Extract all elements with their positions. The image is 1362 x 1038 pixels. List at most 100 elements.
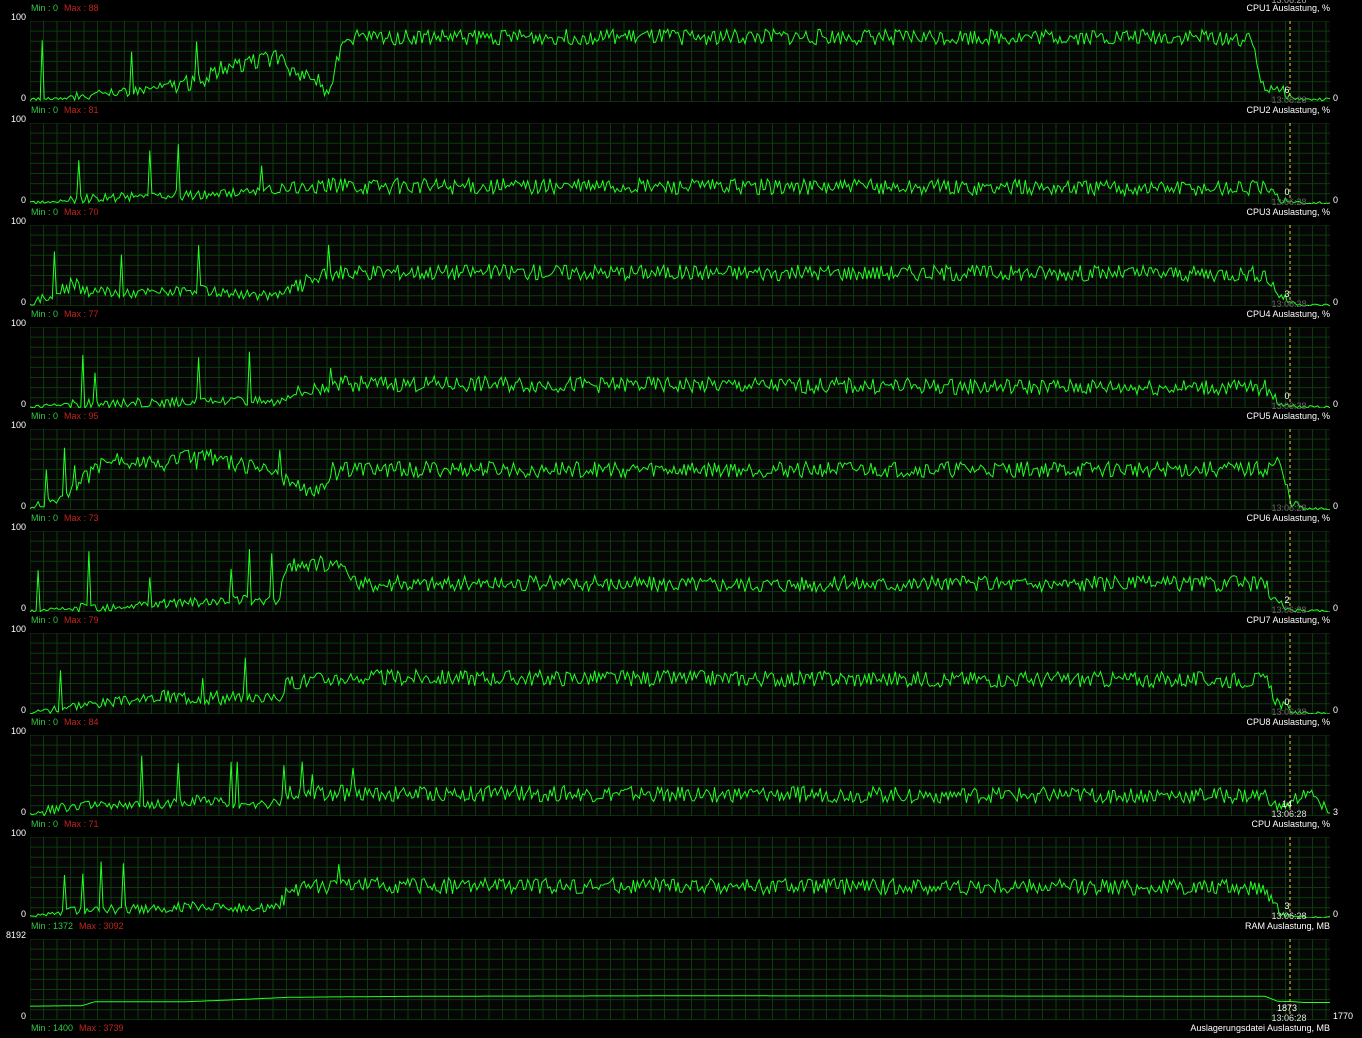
snapshot-value: 0 — [1284, 391, 1290, 401]
y-max-label: 8192 — [5, 930, 26, 940]
graph-plot — [30, 735, 1330, 816]
graph-svg — [30, 837, 1330, 918]
max-label: Max : 95 — [64, 411, 99, 421]
graph-plot — [30, 633, 1330, 714]
graph-plot — [30, 225, 1330, 306]
pagefile-min-label: Min : 1400 — [31, 1023, 74, 1033]
pagefile-title: Auslagerungsdatei Auslastung, MB — [1190, 1023, 1330, 1033]
pagefile-header: Min : 1400 Max : 3739 Auslagerungsdatei A… — [0, 1020, 1362, 1038]
graph-panel: 8192 0 RAM Auslastung, MB 1873 13:06:28 … — [0, 918, 1362, 1023]
minmax-labels: Min : 0 Max : 79 — [31, 615, 99, 625]
series-line — [30, 27, 1330, 102]
graph-panel: 100 0 CPU7 Auslastung, % 0 13:06:28 0 Min… — [0, 612, 1362, 717]
y-max-label: 100 — [10, 828, 26, 838]
max-label: Max : 70 — [64, 207, 99, 217]
min-label: Min : 0 — [31, 105, 59, 115]
graph-title: CPU3 Auslastung, % — [1246, 207, 1330, 217]
graph-plot — [30, 21, 1330, 102]
y-max-label: 100 — [10, 420, 26, 430]
graph-svg — [30, 429, 1330, 510]
minmax-labels: Min : 0 Max : 71 — [31, 819, 99, 829]
graph-svg — [30, 531, 1330, 612]
max-label: Max : 81 — [64, 105, 99, 115]
y-max-label: 100 — [10, 522, 26, 532]
graph-panel: 100 0 CPU Auslastung, % 3 13:06:28 0 Min … — [0, 816, 1362, 921]
minmax-labels: Min : 1372 Max : 3092 — [31, 921, 124, 931]
series-line — [30, 351, 1330, 408]
max-label: Max : 3092 — [79, 921, 124, 931]
series-line — [30, 861, 1330, 918]
y-max-label: 100 — [10, 216, 26, 226]
snapshot-value: 0 — [1284, 187, 1290, 197]
max-label: Max : 71 — [64, 819, 99, 829]
minmax-labels: Min : 0 Max : 77 — [31, 309, 99, 319]
header-timestamp: 13:06:28 — [1271, 0, 1307, 5]
minmax-labels: Min : 0 Max : 73 — [31, 513, 99, 523]
snapshot-value: 6 — [1284, 85, 1290, 95]
min-label: Min : 1372 — [31, 921, 74, 931]
graph-title: CPU2 Auslastung, % — [1246, 105, 1330, 115]
snapshot-value: 3 — [1284, 289, 1290, 299]
graph-title: CPU6 Auslastung, % — [1246, 513, 1330, 523]
series-line — [30, 995, 1330, 1007]
snapshot-value: 14 — [1281, 799, 1292, 809]
min-label: Min : 0 — [31, 819, 59, 829]
graph-panel: 100 0 CPU5 Auslastung, % 13:06:28 0 Min :… — [0, 408, 1362, 513]
minmax-labels: Min : 0 Max : 70 — [31, 207, 99, 217]
graph-plot — [30, 327, 1330, 408]
graph-svg — [30, 225, 1330, 306]
graph-svg — [30, 939, 1330, 1020]
graph-panel: 100 0 CPU6 Auslastung, % 2 13:06:28 0 Min… — [0, 510, 1362, 615]
graph-panel: 100 0 CPU8 Auslastung, % 14 13:06:28 3 Mi… — [0, 714, 1362, 819]
graph-plot — [30, 939, 1330, 1020]
graph-panel: 100 0 CPU2 Auslastung, % 0 13:06:28 0 Min… — [0, 102, 1362, 207]
graph-plot — [30, 429, 1330, 510]
graph-title: CPU Auslastung, % — [1251, 819, 1330, 829]
min-label: Min : 0 — [31, 513, 59, 523]
pagefile-minmax: Min : 1400 Max : 3739 — [31, 1023, 124, 1033]
snapshot-value: 1873 — [1276, 1003, 1298, 1013]
y-max-label: 100 — [10, 318, 26, 328]
snapshot-value: 0 — [1284, 697, 1290, 707]
max-label: Max : 79 — [64, 615, 99, 625]
pagefile-max-label: Max : 3739 — [79, 1023, 124, 1033]
graph-title: RAM Auslastung, MB — [1244, 921, 1330, 931]
y-max-label: 100 — [10, 726, 26, 736]
graph-title: CPU4 Auslastung, % — [1246, 309, 1330, 319]
graph-title: CPU5 Auslastung, % — [1246, 411, 1330, 421]
y-max-label: 100 — [10, 114, 26, 124]
series-line — [30, 657, 1330, 714]
graph-svg — [30, 327, 1330, 408]
y-max-label: 100 — [10, 624, 26, 634]
y-max-label: 100 — [10, 12, 26, 22]
graph-svg — [30, 633, 1330, 714]
graph-plot — [30, 531, 1330, 612]
min-label: Min : 0 — [31, 615, 59, 625]
graph-title: CPU8 Auslastung, % — [1246, 717, 1330, 727]
minmax-labels: Min : 0 Max : 81 — [31, 105, 99, 115]
series-line — [30, 548, 1330, 612]
graph-panel: 100 0 CPU1 Auslastung, % 6 13:06:28 0 13:… — [0, 0, 1362, 105]
min-label: Min : 0 — [31, 309, 59, 319]
minmax-labels: Min : 0 Max : 84 — [31, 717, 99, 727]
minmax-labels: Min : 0 Max : 88 — [31, 3, 99, 13]
series-line — [30, 447, 1330, 510]
min-label: Min : 0 — [31, 207, 59, 217]
min-label: Min : 0 — [31, 717, 59, 727]
min-label: Min : 0 — [31, 3, 59, 13]
max-label: Max : 77 — [64, 309, 99, 319]
graph-svg — [30, 735, 1330, 816]
max-label: Max : 88 — [64, 3, 99, 13]
graph-panel: 100 0 CPU3 Auslastung, % 3 13:06:28 0 Min… — [0, 204, 1362, 309]
graph-panel: 100 0 CPU4 Auslastung, % 0 13:06:28 0 Min… — [0, 306, 1362, 411]
graph-title: CPU7 Auslastung, % — [1246, 615, 1330, 625]
snapshot-value: 3 — [1284, 901, 1290, 911]
max-label: Max : 84 — [64, 717, 99, 727]
snapshot-value: 2 — [1284, 595, 1290, 605]
graph-svg — [30, 123, 1330, 204]
graph-svg — [30, 21, 1330, 102]
min-label: Min : 0 — [31, 411, 59, 421]
graph-plot — [30, 123, 1330, 204]
max-label: Max : 73 — [64, 513, 99, 523]
graph-plot — [30, 837, 1330, 918]
